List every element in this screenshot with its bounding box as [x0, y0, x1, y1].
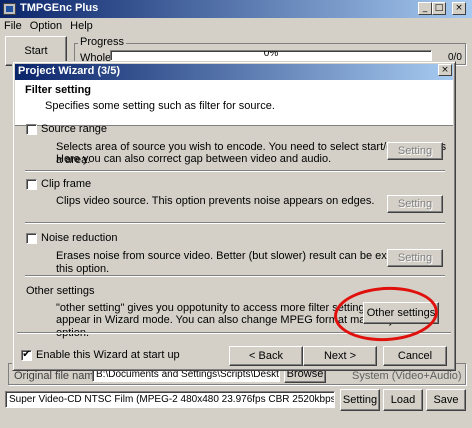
menu-option[interactable]: Option [30, 20, 62, 32]
cancel-button[interactable]: Cancel [383, 346, 447, 366]
format-status-field: Super Video-CD NTSC Film (MPEG-2 480x480… [5, 391, 335, 408]
dialog-title: Project Wizard (3/5) [18, 65, 120, 77]
dialog-title-bar[interactable]: Project Wizard (3/5) [15, 64, 453, 80]
next-button[interactable]: Next > [303, 346, 377, 366]
original-file-label: Original file name: [14, 370, 103, 382]
menu-bar: File Option Help [0, 18, 472, 35]
window-title: TMPGEnc Plus [20, 2, 99, 14]
progress-group-label: Progress [78, 36, 127, 48]
source-range-desc-line2: Here you can also correct gap between vi… [56, 153, 332, 165]
tmpgenc-app-icon [3, 3, 16, 15]
setting-button[interactable]: Setting [340, 389, 380, 411]
divider [25, 222, 445, 224]
dialog-close-button[interactable]: × [438, 64, 452, 76]
back-button[interactable]: < Back [229, 346, 303, 366]
dialog-header-panel: Filter setting Specifies some setting su… [15, 80, 453, 126]
save-button[interactable]: Save [426, 389, 466, 411]
clip-frame-setting-button[interactable]: Setting [387, 195, 443, 213]
dialog-subheading: Specifies some setting such as filter fo… [45, 100, 275, 112]
load-button[interactable]: Load [383, 389, 423, 411]
divider [25, 170, 445, 172]
menu-help[interactable]: Help [70, 20, 93, 32]
system-label: System (Video+Audio) [352, 370, 462, 382]
clip-frame-label[interactable]: Clip frame [41, 178, 91, 190]
close-button[interactable]: × [452, 2, 466, 15]
other-settings-label: Other settings [26, 285, 95, 297]
progress-bar: 0% [110, 50, 432, 61]
divider [25, 275, 445, 277]
noise-reduction-setting-button[interactable]: Setting [387, 249, 443, 267]
menu-file[interactable]: File [4, 20, 22, 32]
main-title-bar[interactable]: TMPGEnc Plus [0, 0, 472, 18]
clip-frame-desc: Clips video source. This option prevents… [56, 195, 375, 207]
source-range-label[interactable]: Source range [41, 123, 107, 135]
source-range-setting-button[interactable]: Setting [387, 142, 443, 160]
source-range-checkbox[interactable] [26, 124, 37, 135]
dialog-heading: Filter setting [25, 84, 92, 96]
noise-reduction-checkbox[interactable] [26, 233, 37, 244]
maximize-button[interactable]: □ [432, 2, 446, 15]
minimize-button[interactable]: _ [418, 2, 432, 15]
enable-wizard-checkbox[interactable]: ✔ [21, 350, 32, 361]
progress-percent: 0% [263, 50, 279, 59]
enable-wizard-label[interactable]: Enable this Wizard at start up [36, 349, 180, 361]
noise-reduction-label[interactable]: Noise reduction [41, 232, 117, 244]
clip-frame-checkbox[interactable] [26, 179, 37, 190]
